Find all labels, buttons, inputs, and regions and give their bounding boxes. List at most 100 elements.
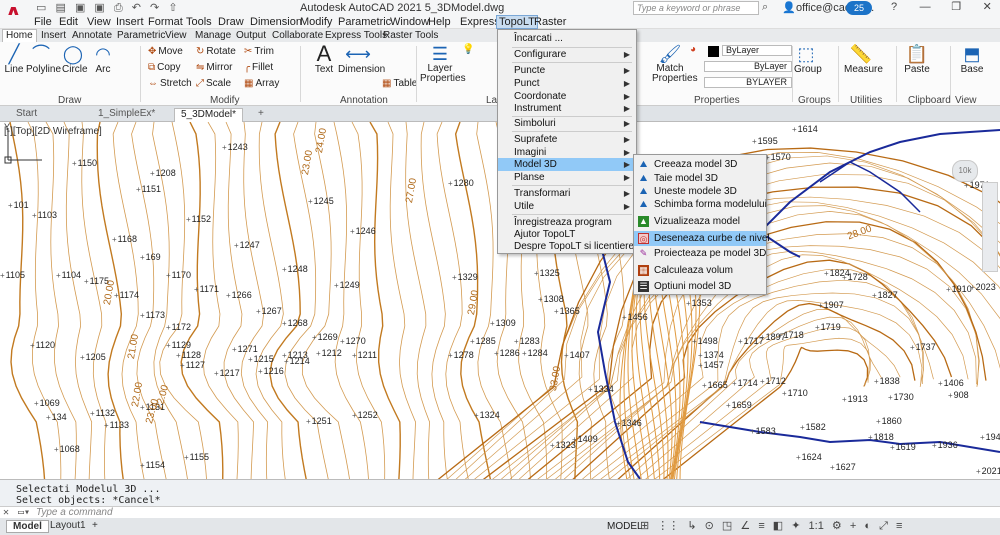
tab-parametric[interactable]: Parametric [117,30,165,41]
survey-point-label[interactable]: 1249 [334,280,360,290]
survey-point-label[interactable]: 1247 [234,240,260,250]
layer-bulb-icon[interactable]: 💡 [462,44,474,55]
paste-button[interactable]: 📋 Paste [904,44,930,75]
viewcube-icon[interactable]: 10k [952,160,978,182]
survey-point-label[interactable]: 1215 [248,354,274,364]
survey-point-label[interactable]: 1334 [588,384,614,394]
new-tab-icon[interactable]: + [256,108,266,122]
clock-badge[interactable]: 25 [846,1,872,15]
stretch-button[interactable]: ⇔ Stretch [148,78,192,89]
survey-point-label[interactable]: 1151 [136,184,161,194]
survey-point-label[interactable]: 1173 [140,310,165,320]
survey-point-label[interactable]: 1285 [470,336,496,346]
survey-point-label[interactable]: 908 [948,390,969,400]
help-icon[interactable]: ? [880,1,908,13]
survey-point-label[interactable]: 1456 [622,312,648,322]
survey-point-label[interactable]: 1271 [232,344,258,354]
survey-point-label[interactable]: 1907 [818,300,844,310]
survey-point-label[interactable]: 1205 [80,352,106,362]
survey-point-label[interactable]: 1719 [815,322,841,332]
survey-point-label[interactable]: 1278 [448,350,474,360]
gear-icon[interactable]: ⚙ [832,520,842,532]
survey-point-label[interactable]: 1217 [214,368,240,378]
trim-button[interactable]: ✂ Trim [244,46,274,57]
survey-point-label[interactable]: 1710 [782,388,808,398]
menu-despre[interactable]: Despre TopoLT si licentiere [498,240,636,253]
survey-point-label[interactable]: 1309 [490,318,516,328]
line-button[interactable]: ╱ Line [4,44,24,75]
survey-point-label[interactable]: 1132 [90,408,115,418]
survey-point-label[interactable]: 1619 [890,442,916,452]
layer-properties-button[interactable]: ☰ Layer Properties [420,44,466,84]
measure-button[interactable]: 📏 Measure [844,44,883,75]
survey-point-label[interactable]: 1280 [448,178,474,188]
color-select[interactable]: ByLayer [722,45,792,56]
submenu-vizualizeaza[interactable]: ▲ Vizualizeaza model [634,214,766,229]
survey-point-label[interactable]: 1284 [522,348,548,358]
menu-utile[interactable]: Utile ▶ [498,200,636,213]
menu-instrument[interactable]: Instrument ▶ [498,102,636,115]
tab-manage[interactable]: Manage [195,30,231,41]
survey-point-label[interactable]: 101 [8,200,29,210]
survey-point-label[interactable]: 1498 [692,336,718,346]
polar-icon[interactable]: ⊙ [705,520,714,532]
survey-point-label[interactable]: 1910 [946,284,972,294]
panel-title-draw[interactable]: Draw [58,95,81,106]
submenu-proiecteaza[interactable]: ✎ Proiecteaza pe model 3D [634,246,767,261]
redo-icon[interactable]: ↷ [150,2,159,14]
isolate-icon[interactable]: ◐ [864,520,871,532]
status-toggles[interactable]: ⊞ ⋮⋮ ↳ ⊙ ◳ ∠ ≡ ◧ ✦ 1:1 ⚙ + ◐ ⤢ ≡ [640,519,907,533]
survey-point-label[interactable]: 1251 [306,416,332,426]
survey-point-label[interactable]: 1665 [702,380,728,390]
fullscreen-icon[interactable]: ⤢ [879,520,888,532]
base-button[interactable]: ⬒ Base [958,44,986,75]
survey-point-label[interactable]: 169 [140,252,161,262]
survey-point-label[interactable]: 1069 [34,398,60,408]
survey-point-label[interactable]: 1168 [112,234,137,244]
print-icon[interactable]: ⎙ [114,2,123,14]
layout-tab-layout1[interactable]: Layout1 [44,520,92,533]
transparency-icon[interactable]: ◧ [773,520,783,532]
menu-transformari[interactable]: Transformari ▶ [498,187,636,200]
survey-point-label[interactable]: 1582 [800,422,826,432]
survey-point-label[interactable]: 1216 [258,366,284,376]
tab-express-tools[interactable]: Express Tools [325,30,387,41]
survey-point-label[interactable]: 1627 [830,462,856,472]
tab-home[interactable]: Home [2,29,37,42]
survey-point-label[interactable]: 1128 [176,350,201,360]
add-layout-icon[interactable]: + [86,520,104,533]
panel-title-utilities[interactable]: Utilities [850,95,882,106]
survey-point-label[interactable]: 1212 [316,348,342,358]
scale-label[interactable]: 1:1 [809,520,824,532]
search-input[interactable]: Type a keyword or phrase [633,1,759,15]
submenu-deseneaza-curbe[interactable]: ◎ Deseneaza curbe de nivel [634,231,770,246]
survey-point-label[interactable]: 1269 [312,332,338,342]
annotation-icon[interactable]: ✦ [791,520,800,532]
menu-modify[interactable]: Modify [300,16,332,28]
snap-icon[interactable]: ⋮⋮ [657,520,679,532]
menu-file[interactable]: File [34,16,52,28]
survey-point-label[interactable]: 1246 [350,226,376,236]
doc-tab-simpleex[interactable]: 1_SimpleEx* [92,108,161,122]
survey-point-label[interactable]: 1266 [226,290,252,300]
menu-planse[interactable]: Planse ▶ [498,171,636,184]
doc-tab-3dmodel[interactable]: 5_3DModel* [174,108,244,122]
submenu-optiuni[interactable]: ☰ Optiuni model 3D [634,279,766,294]
survey-point-label[interactable]: 1214 [284,356,310,366]
survey-point-label[interactable]: 1243 [222,142,248,152]
survey-point-label[interactable]: 2021 [976,466,1000,476]
lineweight-select[interactable]: BYLAYER [704,77,792,88]
survey-point-label[interactable]: 1329 [452,272,478,282]
survey-point-label[interactable]: 1325 [534,268,560,278]
survey-point-label[interactable]: 1614 [792,124,818,134]
survey-point-label[interactable]: 1286 [494,348,520,358]
survey-point-label[interactable]: 1913 [842,394,868,404]
doc-tab-start[interactable]: Start [10,108,43,122]
save-icon[interactable]: ▣ [75,2,85,14]
menu-icon[interactable]: ≡ [896,520,902,532]
survey-point-label[interactable]: 1270 [340,336,366,346]
layout-tab-model[interactable]: Model [6,520,49,533]
table-button[interactable]: ▦ Table [382,78,417,89]
survey-point-label[interactable]: 1324 [474,410,500,420]
survey-point-label[interactable]: 1897 [760,332,786,342]
